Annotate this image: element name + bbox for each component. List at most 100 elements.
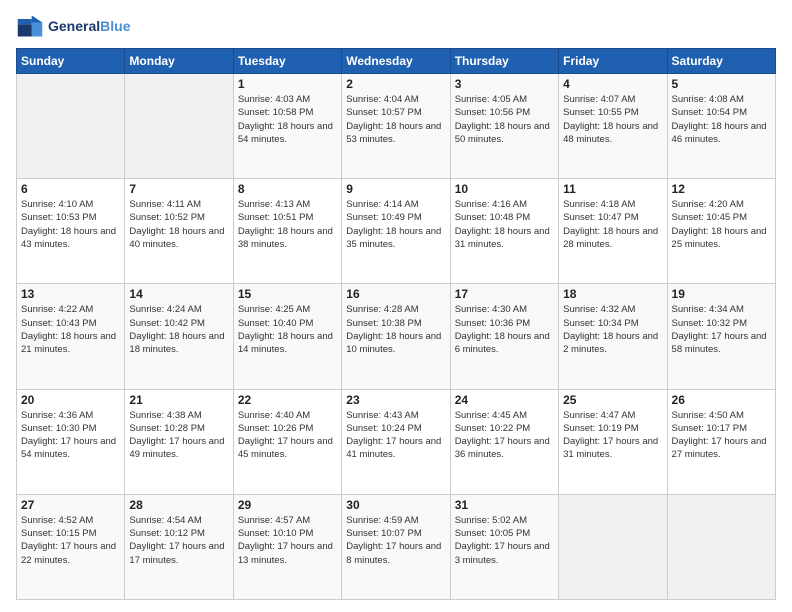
day-cell: 30 Sunrise: 4:59 AMSunset: 10:07 PMDaylig… [342,494,450,599]
day-number: 24 [455,393,554,407]
day-cell: 13 Sunrise: 4:22 AMSunset: 10:43 PMDaylig… [17,284,125,389]
week-row-1: 1Sunrise: 4:03 AMSunset: 10:58 PMDayligh… [17,74,776,179]
day-info: Sunrise: 4:03 AMSunset: 10:58 PMDaylight… [238,93,337,146]
day-info: Sunrise: 4:24 AMSunset: 10:42 PMDaylight… [129,303,228,356]
day-info: Sunrise: 4:52 AMSunset: 10:15 PMDaylight… [21,514,120,567]
week-row-3: 13 Sunrise: 4:22 AMSunset: 10:43 PMDaylig… [17,284,776,389]
day-cell: 5 Sunrise: 4:08 AMSunset: 10:54 PMDayligh… [667,74,775,179]
day-info: Sunrise: 5:02 AMSunset: 10:05 PMDaylight… [455,514,554,567]
day-number: 20 [21,393,120,407]
day-info: Sunrise: 4:04 AMSunset: 10:57 PMDaylight… [346,93,445,146]
day-info: Sunrise: 4:43 AMSunset: 10:24 PMDaylight… [346,409,445,462]
day-info: Sunrise: 4:38 AMSunset: 10:28 PMDaylight… [129,409,228,462]
day-cell: 21 Sunrise: 4:38 AMSunset: 10:28 PMDaylig… [125,389,233,494]
day-cell: 9 Sunrise: 4:14 AMSunset: 10:49 PMDayligh… [342,179,450,284]
day-number: 8 [238,182,337,196]
day-number: 13 [21,287,120,301]
day-number: 18 [563,287,662,301]
day-number: 7 [129,182,228,196]
day-info: Sunrise: 4:32 AMSunset: 10:34 PMDaylight… [563,303,662,356]
day-cell: 29 Sunrise: 4:57 AMSunset: 10:10 PMDaylig… [233,494,341,599]
day-info: Sunrise: 4:05 AMSunset: 10:56 PMDaylight… [455,93,554,146]
day-cell [17,74,125,179]
day-number: 19 [672,287,771,301]
day-cell: 26Sunrise: 4:50 AMSunset: 10:17 PMDaylig… [667,389,775,494]
calendar-body: 1Sunrise: 4:03 AMSunset: 10:58 PMDayligh… [17,74,776,600]
day-cell: 1Sunrise: 4:03 AMSunset: 10:58 PMDayligh… [233,74,341,179]
logo-line1: GeneralBlue [48,18,130,35]
day-info: Sunrise: 4:47 AMSunset: 10:19 PMDaylight… [563,409,662,462]
col-friday: Friday [559,49,667,74]
day-cell: 19Sunrise: 4:34 AMSunset: 10:32 PMDaylig… [667,284,775,389]
week-row-5: 27 Sunrise: 4:52 AMSunset: 10:15 PMDaylig… [17,494,776,599]
day-info: Sunrise: 4:54 AMSunset: 10:12 PMDaylight… [129,514,228,567]
day-number: 16 [346,287,445,301]
day-cell: 28Sunrise: 4:54 AMSunset: 10:12 PMDaylig… [125,494,233,599]
day-number: 4 [563,77,662,91]
day-cell [667,494,775,599]
day-info: Sunrise: 4:25 AMSunset: 10:40 PMDaylight… [238,303,337,356]
day-number: 15 [238,287,337,301]
day-cell: 22Sunrise: 4:40 AMSunset: 10:26 PMDaylig… [233,389,341,494]
col-saturday: Saturday [667,49,775,74]
day-info: Sunrise: 4:13 AMSunset: 10:51 PMDaylight… [238,198,337,251]
day-cell: 16 Sunrise: 4:28 AMSunset: 10:38 PMDaylig… [342,284,450,389]
day-number: 6 [21,182,120,196]
day-number: 14 [129,287,228,301]
day-number: 25 [563,393,662,407]
day-info: Sunrise: 4:45 AMSunset: 10:22 PMDaylight… [455,409,554,462]
day-cell: 4 Sunrise: 4:07 AMSunset: 10:55 PMDayligh… [559,74,667,179]
day-number: 21 [129,393,228,407]
day-info: Sunrise: 4:22 AMSunset: 10:43 PMDaylight… [21,303,120,356]
day-cell: 7 Sunrise: 4:11 AMSunset: 10:52 PMDayligh… [125,179,233,284]
day-info: Sunrise: 4:16 AMSunset: 10:48 PMDaylight… [455,198,554,251]
day-number: 12 [672,182,771,196]
day-cell: 12Sunrise: 4:20 AMSunset: 10:45 PMDaylig… [667,179,775,284]
logo: GeneralBlue [16,12,130,40]
day-cell: 27 Sunrise: 4:52 AMSunset: 10:15 PMDaylig… [17,494,125,599]
day-info: Sunrise: 4:11 AMSunset: 10:52 PMDaylight… [129,198,228,251]
day-info: Sunrise: 4:59 AMSunset: 10:07 PMDaylight… [346,514,445,567]
day-info: Sunrise: 4:07 AMSunset: 10:55 PMDaylight… [563,93,662,146]
day-cell: 8 Sunrise: 4:13 AMSunset: 10:51 PMDayligh… [233,179,341,284]
day-info: Sunrise: 4:18 AMSunset: 10:47 PMDaylight… [563,198,662,251]
day-number: 17 [455,287,554,301]
day-info: Sunrise: 4:28 AMSunset: 10:38 PMDaylight… [346,303,445,356]
day-cell: 11 Sunrise: 4:18 AMSunset: 10:47 PMDaylig… [559,179,667,284]
day-cell: 17 Sunrise: 4:30 AMSunset: 10:36 PMDaylig… [450,284,558,389]
day-number: 27 [21,498,120,512]
day-number: 31 [455,498,554,512]
day-number: 26 [672,393,771,407]
day-number: 29 [238,498,337,512]
day-cell: 25 Sunrise: 4:47 AMSunset: 10:19 PMDaylig… [559,389,667,494]
header-row: Sunday Monday Tuesday Wednesday Thursday… [17,49,776,74]
col-sunday: Sunday [17,49,125,74]
week-row-2: 6Sunrise: 4:10 AMSunset: 10:53 PMDayligh… [17,179,776,284]
day-number: 11 [563,182,662,196]
day-cell: 6Sunrise: 4:10 AMSunset: 10:53 PMDayligh… [17,179,125,284]
day-number: 30 [346,498,445,512]
day-cell: 2 Sunrise: 4:04 AMSunset: 10:57 PMDayligh… [342,74,450,179]
logo-icon [16,12,44,40]
calendar-header: Sunday Monday Tuesday Wednesday Thursday… [17,49,776,74]
col-monday: Monday [125,49,233,74]
day-cell [125,74,233,179]
day-info: Sunrise: 4:08 AMSunset: 10:54 PMDaylight… [672,93,771,146]
col-tuesday: Tuesday [233,49,341,74]
logo-text: GeneralBlue [48,18,130,35]
day-number: 2 [346,77,445,91]
day-info: Sunrise: 4:40 AMSunset: 10:26 PMDaylight… [238,409,337,462]
day-info: Sunrise: 4:30 AMSunset: 10:36 PMDaylight… [455,303,554,356]
day-cell: 14 Sunrise: 4:24 AMSunset: 10:42 PMDaylig… [125,284,233,389]
col-thursday: Thursday [450,49,558,74]
day-cell [559,494,667,599]
day-number: 23 [346,393,445,407]
col-wednesday: Wednesday [342,49,450,74]
day-number: 9 [346,182,445,196]
day-info: Sunrise: 4:57 AMSunset: 10:10 PMDaylight… [238,514,337,567]
day-info: Sunrise: 4:14 AMSunset: 10:49 PMDaylight… [346,198,445,251]
day-cell: 3 Sunrise: 4:05 AMSunset: 10:56 PMDayligh… [450,74,558,179]
day-number: 5 [672,77,771,91]
calendar-table: Sunday Monday Tuesday Wednesday Thursday… [16,48,776,600]
day-number: 3 [455,77,554,91]
